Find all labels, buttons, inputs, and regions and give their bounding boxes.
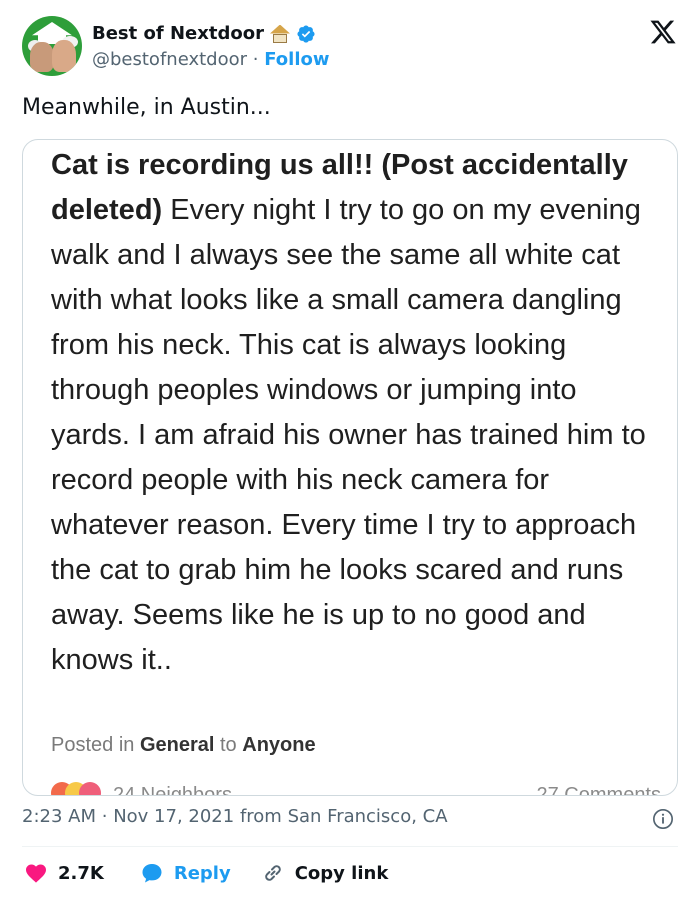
- handle-separator: ·: [252, 49, 259, 70]
- post-body: Every night I try to go on my evening wa…: [51, 194, 646, 676]
- x-logo-icon[interactable]: [648, 18, 678, 46]
- reactions-row-cropped: 24 Neighbors 27 Comments: [51, 782, 662, 796]
- reply-label: Reply: [173, 862, 231, 884]
- post-category: General: [139, 734, 215, 756]
- tweet-header: Best of Nextdoor @bestofnextdoor · Follo…: [22, 16, 682, 76]
- divider: [22, 846, 678, 847]
- action-bar: 2.7K Reply Copy link: [24, 858, 388, 888]
- avatar[interactable]: [22, 16, 82, 76]
- tweet-date[interactable]: Nov 17, 2021: [113, 806, 234, 827]
- tweet-time[interactable]: 2:23 AM: [22, 806, 96, 827]
- tweet-location: from San Francisco, CA: [239, 806, 448, 827]
- tweet-meta: 2:23 AM · Nov 17, 2021 from San Francisc…: [22, 806, 448, 827]
- copy-link-label: Copy link: [294, 862, 389, 884]
- handle-line: @bestofnextdoor · Follow: [92, 49, 330, 70]
- verified-badge-icon: [297, 24, 315, 43]
- account-handle[interactable]: @bestofnextdoor: [92, 49, 247, 70]
- like-count: 2.7K: [58, 862, 104, 884]
- account-name-line: Best of Nextdoor: [92, 23, 316, 44]
- posted-in-line: Posted in General to Anyone: [51, 734, 316, 757]
- house-icon: [269, 24, 290, 43]
- neighbors-count: 24 Neighbors: [113, 784, 232, 796]
- reply-button[interactable]: Reply: [140, 861, 231, 885]
- comments-count: 27 Comments: [536, 784, 662, 796]
- nextdoor-post: Cat is recording us all!! (Post accident…: [51, 143, 661, 683]
- to-word: to: [220, 734, 237, 756]
- account-name[interactable]: Best of Nextdoor: [92, 23, 264, 44]
- tweet-text: Meanwhile, in Austin...: [22, 95, 271, 120]
- post-audience: Anyone: [242, 734, 316, 756]
- copy-link-button[interactable]: Copy link: [261, 861, 389, 885]
- heart-icon: [26, 864, 46, 883]
- reply-bubble-icon: [142, 864, 162, 883]
- like-button[interactable]: 2.7K: [24, 861, 104, 885]
- screenshot-card[interactable]: Cat is recording us all!! (Post accident…: [22, 139, 678, 796]
- meta-separator: ·: [101, 806, 108, 827]
- love-reaction-icon: [79, 782, 101, 795]
- follow-button[interactable]: Follow: [264, 49, 329, 70]
- link-icon: [264, 865, 281, 881]
- posted-prefix: Posted in: [51, 734, 135, 756]
- info-icon[interactable]: [652, 808, 674, 830]
